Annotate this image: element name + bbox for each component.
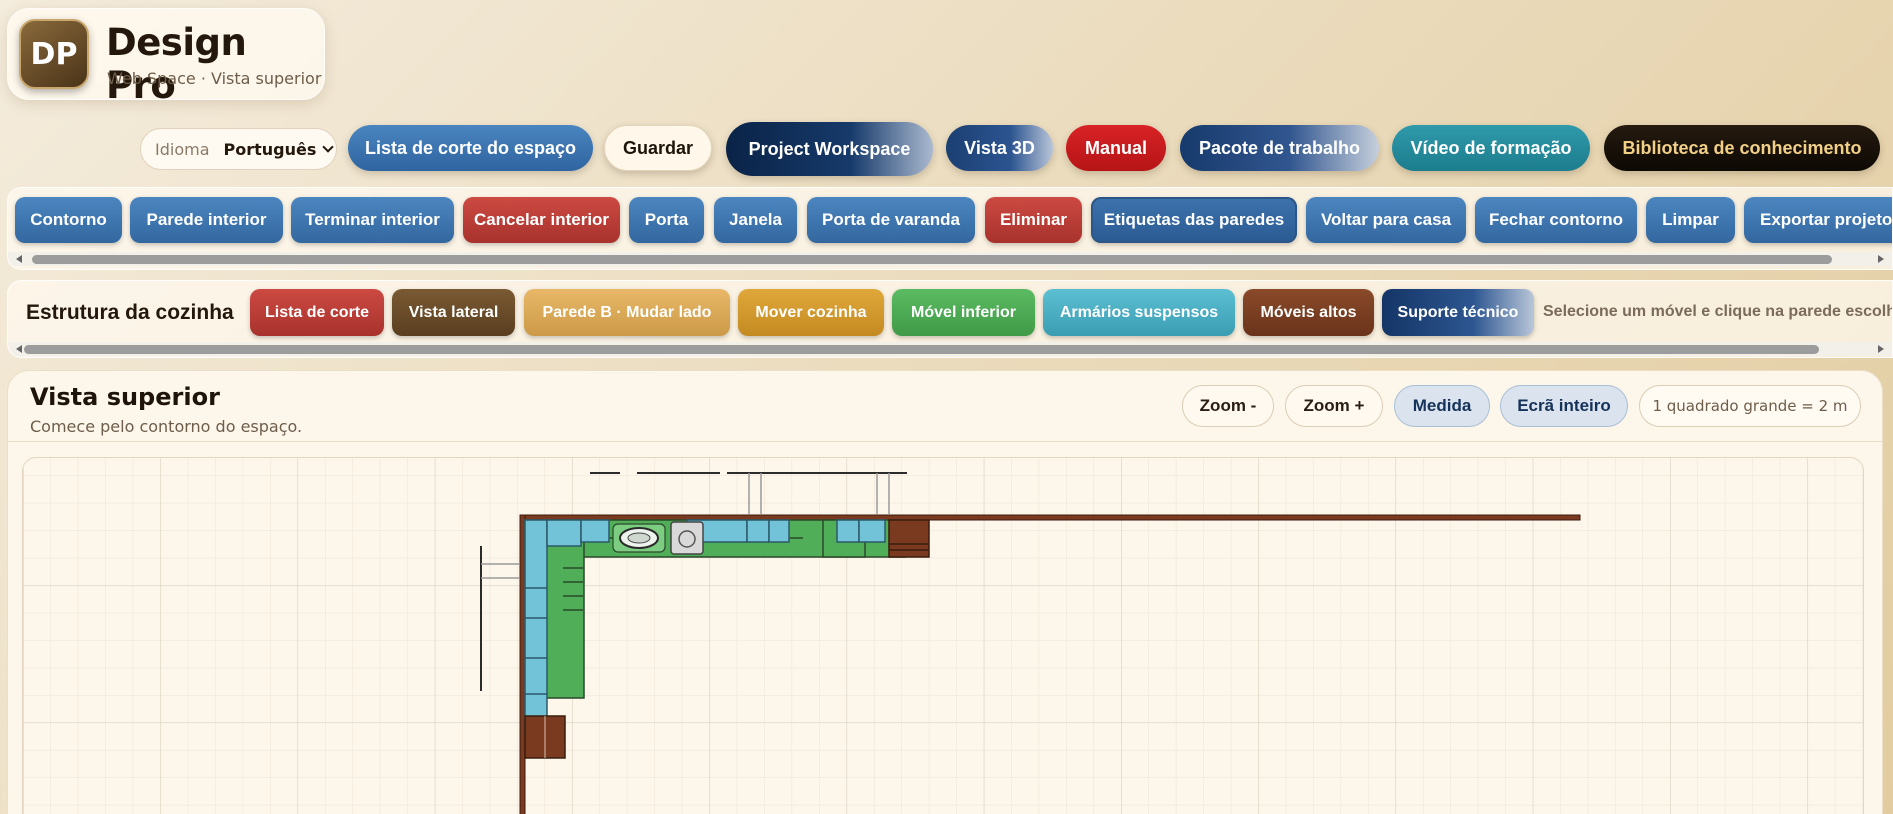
scroll-left-icon[interactable] xyxy=(16,345,22,353)
kitchen-toolbar: Estrutura da cozinha Lista de corte Vist… xyxy=(7,280,1893,358)
language-label: Idioma xyxy=(155,139,210,159)
language-select[interactable]: Idioma Português xyxy=(140,128,337,170)
language-value: Português xyxy=(223,139,317,159)
top-view-panel: Vista superior Comece pelo contorno do e… xyxy=(7,370,1883,814)
wall-labels-button[interactable]: Etiquetas das paredes xyxy=(1091,197,1297,243)
fullscreen-button[interactable]: Ecrã inteiro xyxy=(1500,385,1628,427)
scale-indicator: 1 quadrado grande = 2 m xyxy=(1639,385,1861,427)
grid xyxy=(23,458,1863,814)
work-package-button[interactable]: Pacote de trabalho xyxy=(1180,125,1379,171)
cooktop-icon xyxy=(670,521,704,555)
wall-cabinets-button[interactable]: Armários suspensos xyxy=(1043,289,1235,336)
sink-icon xyxy=(612,523,666,553)
save-button[interactable]: Guardar xyxy=(604,125,712,171)
training-video-button[interactable]: Vídeo de formação xyxy=(1392,125,1590,171)
clear-button[interactable]: Limpar xyxy=(1646,197,1735,243)
scroll-right-icon[interactable] xyxy=(1878,255,1884,263)
manual-button[interactable]: Manual xyxy=(1066,125,1166,171)
back-home-button[interactable]: Voltar para casa xyxy=(1306,197,1466,243)
app-logo-card: DP Design Pro Web Space · Vista superior xyxy=(7,8,325,107)
toolbar-scroll-thumb[interactable] xyxy=(32,255,1832,264)
export-project-button[interactable]: Exportar projeto xyxy=(1744,197,1892,243)
move-kitchen-button[interactable]: Mover cozinha xyxy=(738,289,884,336)
delete-button[interactable]: Eliminar xyxy=(985,197,1082,243)
kitchen-scrollbar[interactable] xyxy=(8,342,1892,356)
scroll-right-icon[interactable] xyxy=(1878,345,1884,353)
door-button[interactable]: Porta xyxy=(629,197,704,243)
kitchen-hint: Selecione um móvel e clique na parede es… xyxy=(1543,303,1893,320)
toolbar-scrollbar[interactable] xyxy=(8,252,1892,266)
zoom-out-button[interactable]: Zoom - xyxy=(1182,385,1274,427)
view-subtitle: Comece pelo contorno do espaço. xyxy=(30,417,303,436)
kitchen-title: Estrutura da cozinha xyxy=(26,301,234,324)
measure-button[interactable]: Medida xyxy=(1394,385,1490,427)
floor-plan-canvas[interactable] xyxy=(22,457,1864,814)
finish-interior-button[interactable]: Terminar interior xyxy=(291,197,454,243)
base-cabinet-button[interactable]: Móvel inferior xyxy=(892,289,1035,336)
project-workspace-button[interactable]: Project Workspace xyxy=(726,122,933,176)
view-3d-button[interactable]: Vista 3D xyxy=(946,125,1053,171)
balcony-door-button[interactable]: Porta de varanda xyxy=(807,197,975,243)
app-subtitle: Web Space · Vista superior xyxy=(107,69,322,88)
outline-button[interactable]: Contorno xyxy=(15,197,122,243)
tall-units-button[interactable]: Móveis altos xyxy=(1243,289,1374,336)
wall-b-change-side-button[interactable]: Parede B · Mudar lado xyxy=(524,289,730,336)
window-button[interactable]: Janela xyxy=(714,197,797,243)
view-title: Vista superior xyxy=(30,383,220,411)
view-divider xyxy=(8,441,1882,442)
close-outline-button[interactable]: Fechar contorno xyxy=(1475,197,1637,243)
app-logo-icon: DP xyxy=(19,19,89,89)
app-title: Design Pro xyxy=(106,21,247,107)
space-cut-list-button[interactable]: Lista de corte do espaço xyxy=(348,125,593,171)
floor-plan-svg[interactable] xyxy=(23,458,1864,814)
cut-list-button[interactable]: Lista de corte xyxy=(250,289,384,336)
interior-wall-button[interactable]: Parede interior xyxy=(130,197,283,243)
chevron-down-icon xyxy=(322,141,335,153)
drawing-toolbar: Contorno Parede interior Terminar interi… xyxy=(7,187,1893,270)
kitchen-scroll-thumb[interactable] xyxy=(24,345,1819,354)
tech-support-button[interactable]: Suporte técnico xyxy=(1382,289,1534,336)
knowledge-library-button[interactable]: Biblioteca de conhecimento xyxy=(1604,125,1880,171)
cancel-interior-button[interactable]: Cancelar interior xyxy=(463,197,620,243)
scroll-left-icon[interactable] xyxy=(16,255,22,263)
zoom-in-button[interactable]: Zoom + xyxy=(1285,385,1383,427)
side-view-button[interactable]: Vista lateral xyxy=(392,289,515,336)
